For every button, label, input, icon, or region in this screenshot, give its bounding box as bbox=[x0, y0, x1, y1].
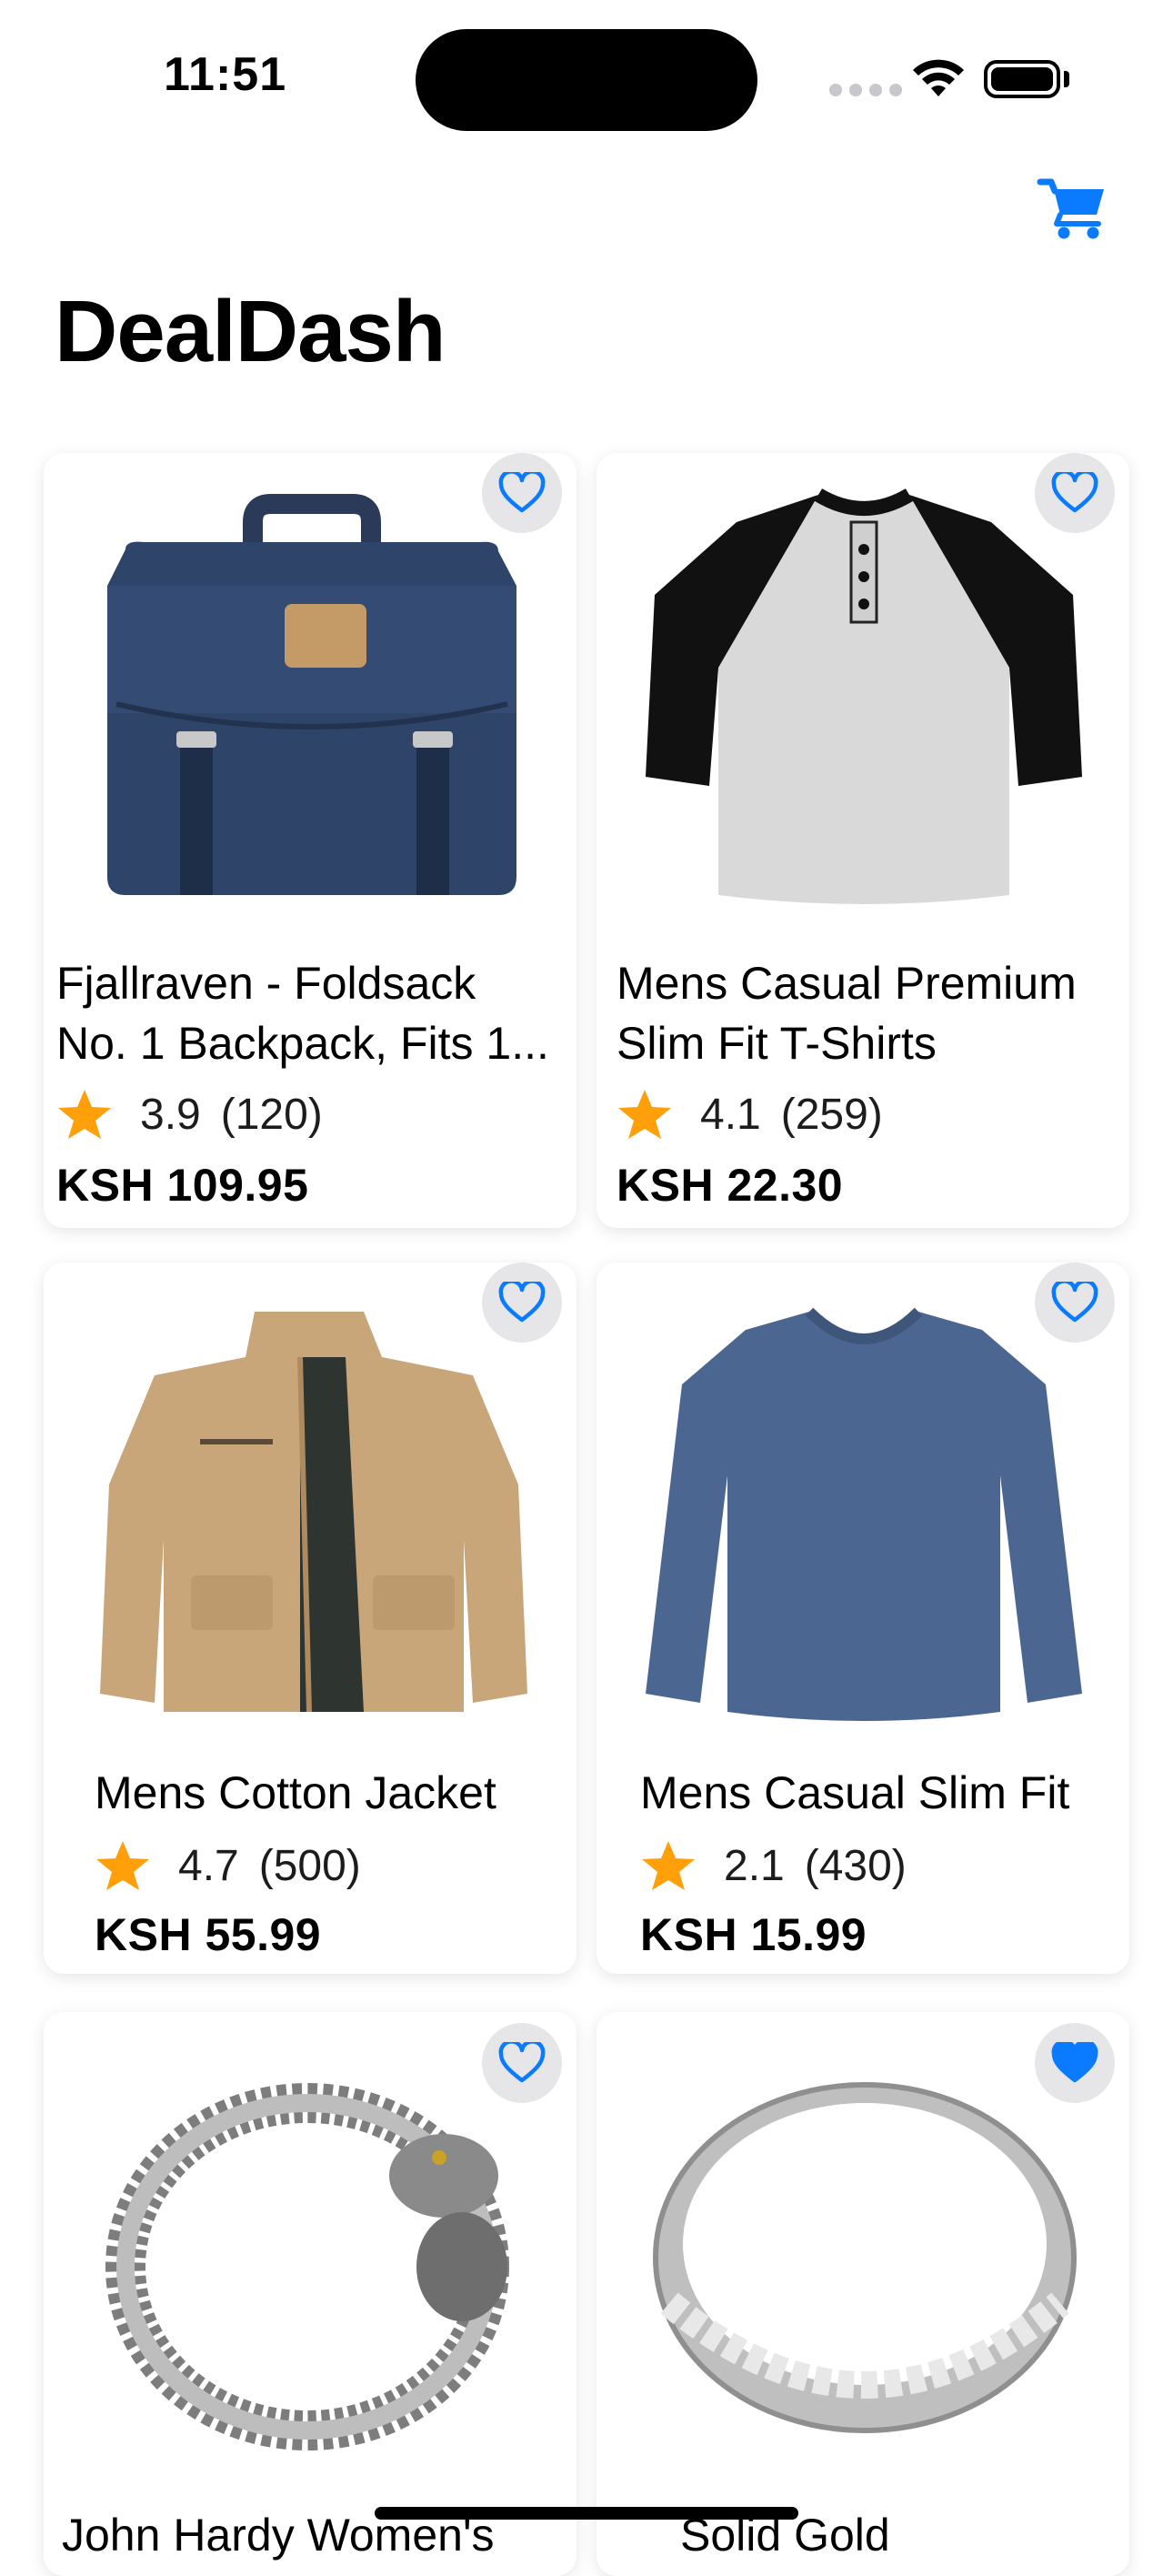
product-title-line1: Mens Casual Slim Fit bbox=[640, 1767, 1070, 1818]
rating-value: 4.1 bbox=[700, 1090, 761, 1139]
rating-value: 4.7 bbox=[178, 1841, 239, 1890]
heart-outline-icon bbox=[1051, 1282, 1098, 1323]
product-image-tshirt bbox=[646, 488, 1082, 904]
product-card[interactable]: Mens Casual Premium Slim Fit T-Shirts 4.… bbox=[597, 453, 1129, 1228]
product-card[interactable]: Solid Gold bbox=[597, 2012, 1129, 2576]
favorite-button[interactable] bbox=[1035, 1263, 1115, 1343]
rating-value: 3.9 bbox=[140, 1090, 201, 1139]
rating: 4.1 (259) bbox=[617, 1088, 883, 1141]
heart-outline-icon bbox=[498, 472, 546, 513]
wifi-icon bbox=[913, 59, 964, 96]
rating-value: 2.1 bbox=[724, 1841, 785, 1890]
favorite-button[interactable] bbox=[482, 1263, 562, 1343]
rating-count: (500) bbox=[258, 1841, 361, 1890]
page-title: DealDash bbox=[55, 283, 446, 380]
star-icon bbox=[96, 1841, 149, 1890]
product-title-line1: Fjallraven - Foldsack bbox=[56, 958, 476, 1009]
product-image-bracelet bbox=[105, 2083, 509, 2450]
product-title-line2: Slim Fit T-Shirts bbox=[617, 1018, 937, 1069]
product-price: KSH 55.99 bbox=[95, 1909, 322, 1960]
home-indicator[interactable] bbox=[375, 2507, 798, 2520]
heart-outline-icon bbox=[498, 1282, 546, 1323]
star-icon bbox=[618, 1090, 671, 1139]
product-image-longsleeve bbox=[646, 1307, 1082, 1721]
rating: 3.9 (120) bbox=[56, 1088, 323, 1141]
product-title-line1: Mens Casual Premium bbox=[617, 958, 1077, 1009]
battery-cap bbox=[1064, 71, 1069, 87]
product-title-line1: Mens Cotton Jacket bbox=[95, 1767, 496, 1818]
cart-icon[interactable] bbox=[1037, 171, 1109, 244]
favorite-button[interactable] bbox=[1035, 453, 1115, 533]
product-card[interactable]: Fjallraven - Foldsack No. 1 Backpack, Fi… bbox=[44, 453, 576, 1228]
battery-icon bbox=[984, 60, 1060, 98]
rating-count: (120) bbox=[220, 1090, 323, 1139]
star-icon bbox=[642, 1841, 695, 1890]
product-price: KSH 15.99 bbox=[640, 1909, 867, 1960]
star-icon bbox=[58, 1090, 111, 1139]
cellular-signal-icon bbox=[829, 84, 902, 96]
favorite-button[interactable] bbox=[1035, 2023, 1115, 2103]
product-image-backpack bbox=[107, 494, 516, 895]
favorite-button[interactable] bbox=[482, 2023, 562, 2103]
product-price: KSH 22.30 bbox=[617, 1160, 844, 1211]
rating: 2.1 (430) bbox=[640, 1839, 907, 1892]
rating-count: (259) bbox=[780, 1090, 883, 1139]
product-image-jacket bbox=[100, 1312, 527, 1713]
product-card[interactable]: John Hardy Women's bbox=[44, 2012, 576, 2576]
status-time: 11:51 bbox=[164, 48, 287, 101]
product-image-ring bbox=[653, 2082, 1077, 2433]
product-title-line2: No. 1 Backpack, Fits 1... bbox=[56, 1018, 549, 1069]
heart-outline-icon bbox=[1051, 472, 1098, 513]
product-card[interactable]: Mens Cotton Jacket 4.7 (500) KSH 55.99 bbox=[44, 1263, 576, 1974]
rating-count: (430) bbox=[804, 1841, 907, 1890]
heart-filled-icon bbox=[1051, 2042, 1098, 2083]
product-card[interactable]: Mens Casual Slim Fit 2.1 (430) KSH 15.99 bbox=[597, 1263, 1129, 1974]
dynamic-island bbox=[416, 29, 757, 131]
heart-outline-icon bbox=[498, 2042, 546, 2083]
rating: 4.7 (500) bbox=[95, 1839, 361, 1892]
product-price: KSH 109.95 bbox=[56, 1160, 309, 1211]
favorite-button[interactable] bbox=[482, 453, 562, 533]
